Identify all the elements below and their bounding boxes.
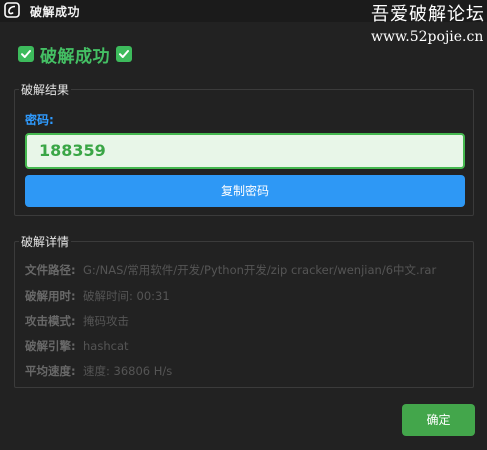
result-group: 破解结果 密码: 188359 复制密码	[14, 81, 474, 216]
detail-label: 破解引擎:	[25, 339, 76, 353]
password-label: 密码:	[25, 113, 54, 127]
app-logo-icon	[4, 2, 20, 18]
detail-label: 文件路径:	[25, 263, 76, 277]
watermark: 吾爱破解论坛 www.52pojie.cn	[371, 4, 485, 46]
detail-label: 平均速度:	[25, 364, 76, 378]
details-group-title: 破解详情	[19, 233, 72, 250]
checkmark-icon	[18, 46, 34, 62]
detail-value: G:/NAS/常用软件/开发/Python开发/zip cracker/wenj…	[83, 263, 437, 277]
detail-value: 速度: 36806 H/s	[83, 364, 173, 378]
password-field[interactable]: 188359	[25, 133, 465, 169]
result-group-title: 破解结果	[19, 81, 72, 98]
copy-password-button[interactable]: 复制密码	[25, 175, 465, 207]
ok-button[interactable]: 确定	[402, 404, 475, 436]
watermark-url: www.52pojie.cn	[371, 29, 484, 45]
detail-label: 破解用时:	[25, 289, 76, 303]
detail-value: 掩码攻击	[83, 314, 129, 328]
checkmark-icon	[116, 46, 132, 62]
detail-row-file-path: 文件路径: G:/NAS/常用软件/开发/Python开发/zip cracke…	[25, 261, 436, 279]
success-headline: 破解成功	[18, 43, 132, 67]
window-title: 破解成功	[30, 5, 81, 19]
detail-value: 破解时间: 00:31	[83, 289, 170, 303]
detail-row-elapsed-time: 破解用时: 破解时间: 00:31	[25, 287, 170, 305]
details-group: 破解详情 文件路径: G:/NAS/常用软件/开发/Python开发/zip c…	[14, 233, 474, 388]
detail-row-engine: 破解引擎: hashcat	[25, 337, 129, 355]
detail-label: 攻击模式:	[25, 314, 76, 328]
headline-text: 破解成功	[40, 46, 110, 67]
detail-row-average-speed: 平均速度: 速度: 36806 H/s	[25, 362, 172, 380]
detail-row-attack-mode: 攻击模式: 掩码攻击	[25, 312, 129, 330]
watermark-site-name: 吾爱破解论坛	[371, 4, 485, 25]
detail-value: hashcat	[83, 339, 129, 353]
